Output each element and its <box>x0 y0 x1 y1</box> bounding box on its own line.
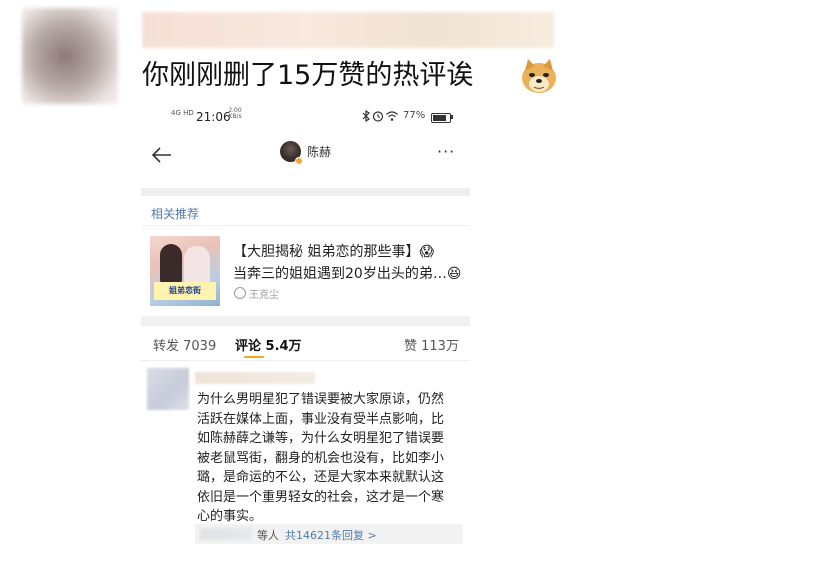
signal-indicator: 4G HD <box>171 109 194 117</box>
tab-comments[interactable]: 评论 5.4万 <box>235 335 302 354</box>
post-text: 你刚刚删了15万赞的热评诶 <box>142 60 474 91</box>
status-time: 21:06 <box>196 110 231 124</box>
reply-etc-label: 等人 <box>257 529 279 542</box>
poster-avatar[interactable] <box>22 8 118 104</box>
commenter-avatar-blurred[interactable] <box>147 368 189 410</box>
divider <box>141 360 470 361</box>
commenter-name-blurred <box>195 372 315 384</box>
battery-cap <box>451 115 453 119</box>
nav-bar: 陈赫 ··· <box>141 130 470 184</box>
wifi-icon <box>386 111 398 121</box>
doge-emoji-icon <box>522 59 556 93</box>
recommended-post-card[interactable]: 姐弟恋街 【大胆揭秘 姐弟恋的那些事】😱 当奔三的姐姐遇到20岁出头的弟…😆 王… <box>150 236 465 306</box>
section-divider <box>141 188 470 196</box>
profile-name[interactable]: 陈赫 <box>307 143 331 160</box>
author-at-icon <box>234 287 246 299</box>
network-speed: 2.00 KB/s <box>228 107 242 120</box>
phone-screenshot: 4G HD 21:06 2.00 KB/s 77% 陈赫 ··· 相关推荐 姐弟… <box>141 104 470 550</box>
recommended-post-title-line1: 【大胆揭秘 姐弟恋的那些事】😱 <box>233 244 435 260</box>
tab-reposts[interactable]: 转发 7039 <box>153 335 216 354</box>
reply-summary[interactable]: 等人 共14621条回复 > <box>195 524 463 544</box>
post-stats-tabs: 转发 7039 评论 5.4万 赞 113万 <box>141 328 470 358</box>
battery-icon <box>431 113 451 123</box>
tab-likes[interactable]: 赞 113万 <box>404 335 459 354</box>
recommended-post-title-line2: 当奔三的姐姐遇到20岁出头的弟…😆 <box>233 266 462 282</box>
recommended-post-thumbnail: 姐弟恋街 <box>150 236 220 306</box>
section-divider <box>141 316 470 326</box>
verified-badge-icon <box>295 157 303 165</box>
status-bar: 4G HD 21:06 2.00 KB/s 77% <box>141 104 470 130</box>
view-replies-link[interactable]: 共14621条回复 > <box>285 527 377 543</box>
thumbnail-caption: 姐弟恋街 <box>154 282 216 300</box>
divider <box>141 225 470 226</box>
active-tab-indicator <box>244 356 264 358</box>
back-arrow-icon[interactable] <box>149 142 175 168</box>
reply-names-blurred <box>200 528 252 540</box>
related-recommendations-label: 相关推荐 <box>151 207 200 221</box>
battery-percent: 77% <box>403 110 426 121</box>
recommended-post-author: 王克尘 <box>249 290 279 301</box>
comment-text: 为什么男明星犯了错误要被大家原谅，仍然 活跃在媒体上面，事业没有受半点影响，比 … <box>197 392 445 524</box>
alarm-icon <box>372 111 384 122</box>
more-dots-icon[interactable]: ··· <box>437 144 455 160</box>
poster-name-blurred <box>142 12 554 48</box>
